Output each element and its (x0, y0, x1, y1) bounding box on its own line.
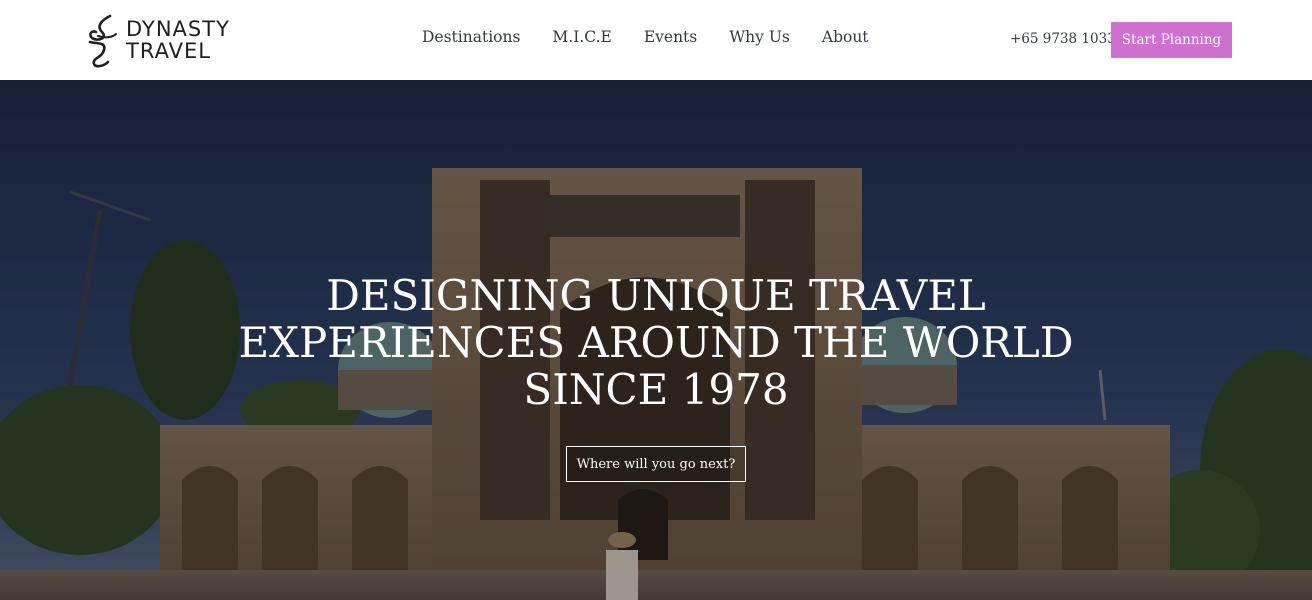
brand-line-1: DYNASTY (126, 17, 230, 41)
nav-mice[interactable]: M.I.C.E (552, 28, 611, 46)
nav-about[interactable]: About (822, 28, 869, 46)
nav-destinations[interactable]: Destinations (422, 28, 520, 46)
nav-events[interactable]: Events (644, 28, 697, 46)
hero-section: DESIGNING UNIQUE TRAVEL EXPERIENCES AROU… (0, 80, 1312, 600)
start-planning-button[interactable]: Start Planning (1111, 22, 1232, 58)
phone-link[interactable]: +65 9738 1033 (1010, 31, 1116, 47)
main-nav: Destinations M.I.C.E Events Why Us About (422, 28, 869, 46)
where-next-button[interactable]: Where will you go next? (566, 446, 746, 482)
nav-why-us[interactable]: Why Us (729, 28, 790, 46)
brand-wordmark: DYNASTY TRAVEL (126, 18, 230, 62)
hero-headline: DESIGNING UNIQUE TRAVEL EXPERIENCES AROU… (0, 272, 1312, 413)
brand-line-2: TRAVEL (126, 39, 211, 63)
dynasty-dragon-logo-icon (88, 14, 117, 68)
hero-headline-line-2: EXPERIENCES AROUND THE WORLD (238, 318, 1074, 367)
brand-logo[interactable]: DYNASTY TRAVEL (84, 12, 230, 68)
hero-headline-line-3: SINCE 1978 (523, 365, 789, 414)
site-header: DYNASTY TRAVEL Destinations M.I.C.E Even… (0, 0, 1312, 80)
hero-headline-line-1: DESIGNING UNIQUE TRAVEL (326, 271, 986, 320)
